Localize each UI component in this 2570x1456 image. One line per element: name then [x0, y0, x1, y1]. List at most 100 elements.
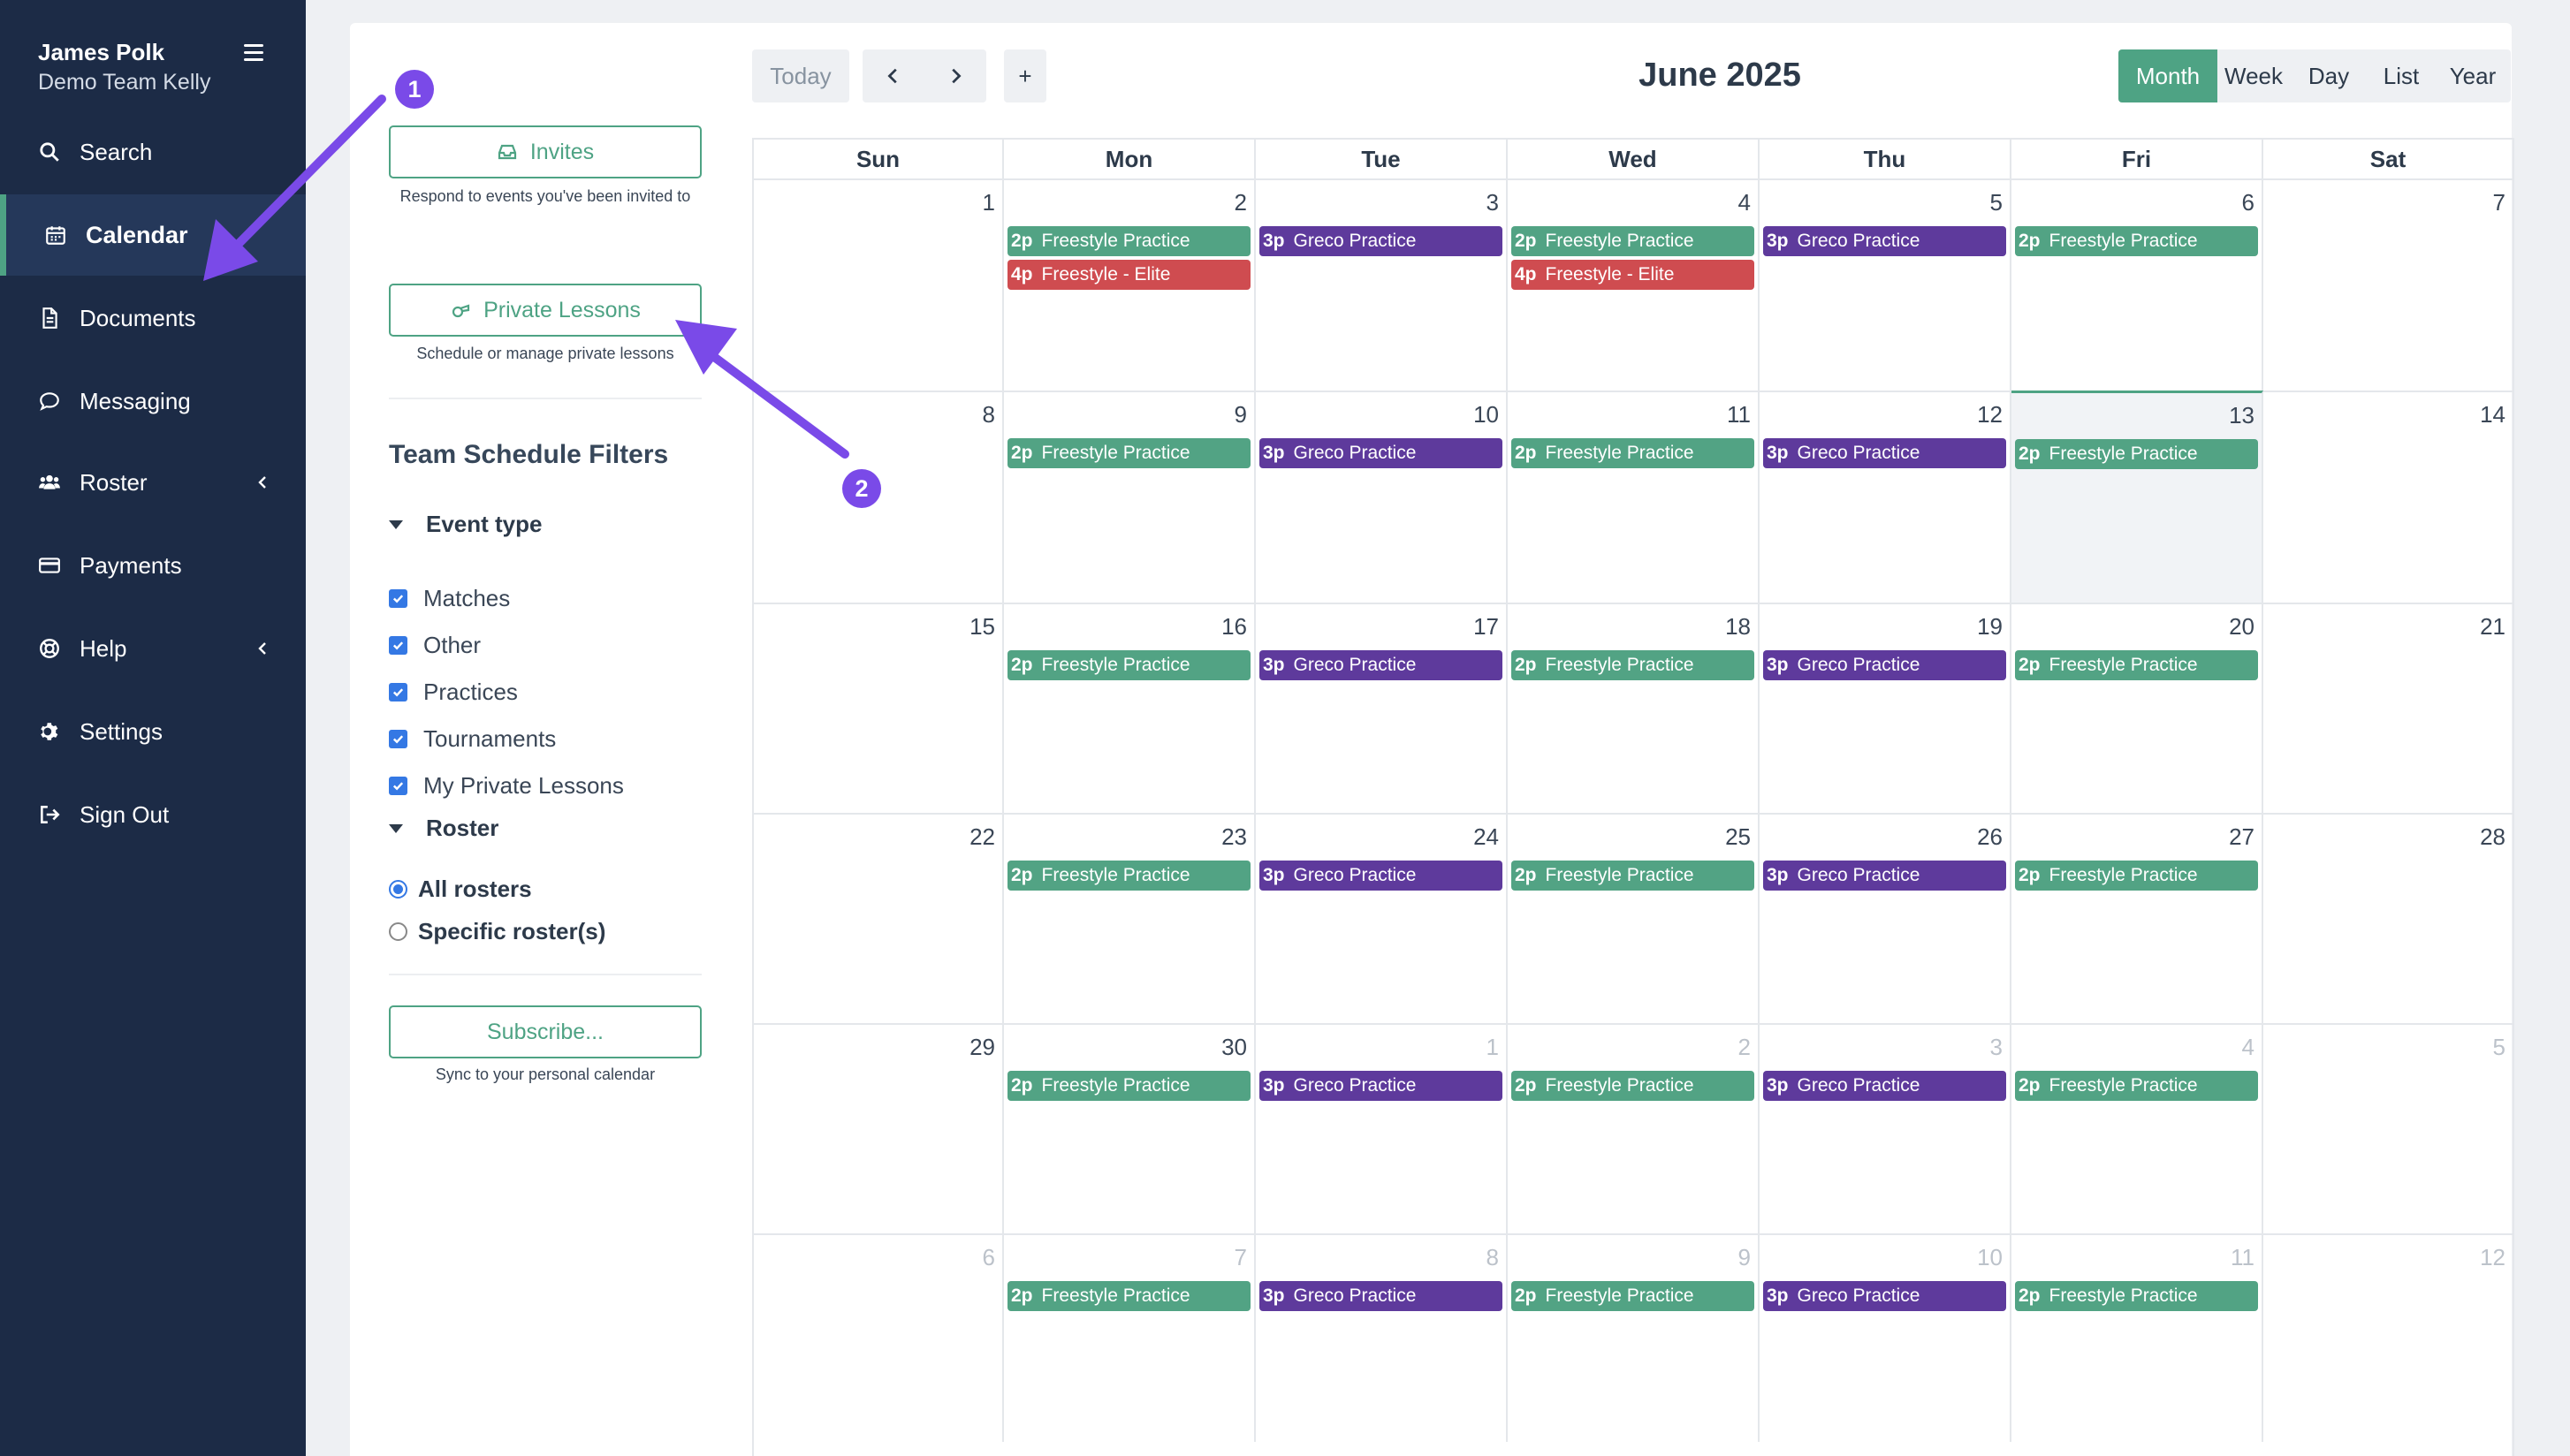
day-number[interactable]: 22	[969, 823, 995, 851]
sidebar-item-messaging[interactable]: Messaging	[0, 360, 306, 442]
day-cell[interactable]: 2 2p Freestyle Practice 4p Freestyle - Elite	[1004, 178, 1256, 391]
subscribe-button[interactable]: Subscribe...	[389, 1005, 702, 1058]
day-cell[interactable]: 9 2p Freestyle Practice	[1508, 1233, 1760, 1442]
day-cell[interactable]: 15	[754, 603, 1004, 813]
day-number[interactable]: 3	[1990, 1034, 2003, 1061]
day-number[interactable]: 20	[2229, 613, 2254, 641]
day-number[interactable]: 9	[1235, 401, 1247, 428]
day-number[interactable]: 7	[2493, 189, 2505, 216]
day-number[interactable]: 10	[1977, 1244, 2003, 1271]
day-cell[interactable]: 5 3p Greco Practice	[1760, 178, 2011, 391]
day-cell[interactable]: 29	[754, 1023, 1004, 1233]
checkbox-checked-icon[interactable]	[389, 636, 407, 655]
calendar-event[interactable]: 2p Freestyle Practice	[1007, 861, 1251, 891]
calendar-event[interactable]: 3p Greco Practice	[1763, 438, 2006, 468]
day-cell[interactable]: 7	[2263, 178, 2514, 391]
calendar-event[interactable]: 2p Freestyle Practice	[1511, 226, 1754, 256]
day-number[interactable]: 8	[983, 401, 995, 428]
day-cell[interactable]: 7 2p Freestyle Practice	[1004, 1233, 1256, 1442]
day-number[interactable]: 12	[2480, 1244, 2505, 1271]
calendar-event[interactable]: 2p Freestyle Practice	[1511, 861, 1754, 891]
event-type-toggle[interactable]: Event type	[389, 511, 543, 538]
sidebar-item-search[interactable]: Search	[0, 111, 306, 193]
filter-tournaments[interactable]: Tournaments	[389, 725, 556, 753]
calendar-event[interactable]: 2p Freestyle Practice	[1511, 1071, 1754, 1101]
day-cell[interactable]: 6	[754, 1233, 1004, 1442]
day-number[interactable]: 8	[1486, 1244, 1499, 1271]
day-number[interactable]: 15	[969, 613, 995, 641]
filter-practices[interactable]: Practices	[389, 679, 518, 706]
calendar-event[interactable]: 2p Freestyle Practice	[1511, 1281, 1754, 1311]
day-cell[interactable]: 3 3p Greco Practice	[1256, 178, 1508, 391]
day-cell[interactable]: 26 3p Greco Practice	[1760, 813, 2011, 1023]
sidebar-item-payments[interactable]: Payments	[0, 525, 306, 606]
checkbox-checked-icon[interactable]	[389, 730, 407, 748]
calendar-event[interactable]: 3p Greco Practice	[1259, 861, 1502, 891]
private-lessons-button[interactable]: Private Lessons	[389, 284, 702, 337]
calendar-event[interactable]: 2p Freestyle Practice	[2015, 861, 2258, 891]
calendar-event[interactable]: 3p Greco Practice	[1259, 438, 1502, 468]
calendar-event[interactable]: 4p Freestyle - Elite	[1511, 260, 1754, 290]
view-day-button[interactable]: Day	[2290, 49, 2368, 102]
day-cell[interactable]: 11 2p Freestyle Practice	[1508, 391, 1760, 603]
day-number[interactable]: 2	[1738, 1034, 1751, 1061]
day-cell[interactable]: 19 3p Greco Practice	[1760, 603, 2011, 813]
day-cell[interactable]: 22	[754, 813, 1004, 1023]
day-cell[interactable]: 9 2p Freestyle Practice	[1004, 391, 1256, 603]
day-number[interactable]: 24	[1473, 823, 1499, 851]
radio-unselected-icon[interactable]	[389, 922, 407, 941]
day-cell[interactable]: 5	[2263, 1023, 2514, 1233]
day-cell[interactable]: 28	[2263, 813, 2514, 1023]
calendar-event[interactable]: 3p Greco Practice	[1259, 226, 1502, 256]
calendar-event[interactable]: 2p Freestyle Practice	[1007, 1071, 1251, 1101]
menu-toggle-icon[interactable]	[244, 44, 263, 61]
day-number[interactable]: 23	[1221, 823, 1247, 851]
add-event-button[interactable]: +	[1004, 49, 1046, 102]
day-number[interactable]: 13	[2229, 402, 2254, 429]
day-cell[interactable]: 25 2p Freestyle Practice	[1508, 813, 1760, 1023]
day-cell[interactable]: 2 2p Freestyle Practice	[1508, 1023, 1760, 1233]
day-cell[interactable]: 11 2p Freestyle Practice	[2011, 1233, 2263, 1442]
day-number[interactable]: 18	[1725, 613, 1751, 641]
sidebar-item-documents[interactable]: Documents	[0, 277, 306, 359]
day-cell[interactable]: 14	[2263, 391, 2514, 603]
day-cell[interactable]: 4 2p Freestyle Practice	[2011, 1023, 2263, 1233]
roster-toggle[interactable]: Roster	[389, 815, 498, 842]
day-number[interactable]: 5	[1990, 189, 2003, 216]
radio-selected-icon[interactable]	[389, 880, 407, 899]
day-cell[interactable]: 3 3p Greco Practice	[1760, 1023, 2011, 1233]
calendar-event[interactable]: 3p Greco Practice	[1763, 861, 2006, 891]
day-number[interactable]: 3	[1486, 189, 1499, 216]
roster-option-specific-roster-s[interactable]: Specific roster(s)	[389, 918, 605, 945]
day-number[interactable]: 14	[2480, 401, 2505, 428]
sidebar-item-help[interactable]: Help	[0, 608, 306, 689]
today-button[interactable]: Today	[752, 49, 849, 102]
view-week-button[interactable]: Week	[2217, 49, 2290, 102]
calendar-event[interactable]: 2p Freestyle Practice	[1007, 650, 1251, 680]
calendar-event[interactable]: 3p Greco Practice	[1763, 1281, 2006, 1311]
prev-month-button[interactable]	[884, 66, 903, 86]
day-cell[interactable]: 1	[754, 178, 1004, 391]
calendar-event[interactable]: 2p Freestyle Practice	[2015, 226, 2258, 256]
day-number[interactable]: 25	[1725, 823, 1751, 851]
calendar-event[interactable]: 2p Freestyle Practice	[2015, 1281, 2258, 1311]
day-number[interactable]: 9	[1738, 1244, 1751, 1271]
roster-option-all-rosters[interactable]: All rosters	[389, 876, 532, 903]
day-number[interactable]: 5	[2493, 1034, 2505, 1061]
sidebar-item-settings[interactable]: Settings	[0, 691, 306, 772]
day-number[interactable]: 26	[1977, 823, 2003, 851]
calendar-event[interactable]: 3p Greco Practice	[1763, 650, 2006, 680]
view-year-button[interactable]: Year	[2435, 49, 2511, 102]
day-number[interactable]: 6	[983, 1244, 995, 1271]
day-number[interactable]: 1	[983, 189, 995, 216]
day-number[interactable]: 28	[2480, 823, 2505, 851]
sidebar-item-sign-out[interactable]: Sign Out	[0, 774, 306, 855]
day-number[interactable]: 12	[1977, 401, 2003, 428]
day-number[interactable]: 6	[2242, 189, 2254, 216]
day-number[interactable]: 4	[1738, 189, 1751, 216]
next-month-button[interactable]	[946, 66, 965, 86]
day-number[interactable]: 4	[2242, 1034, 2254, 1061]
day-cell[interactable]: 27 2p Freestyle Practice	[2011, 813, 2263, 1023]
day-cell[interactable]: 1 3p Greco Practice	[1256, 1023, 1508, 1233]
day-cell[interactable]: 6 2p Freestyle Practice	[2011, 178, 2263, 391]
